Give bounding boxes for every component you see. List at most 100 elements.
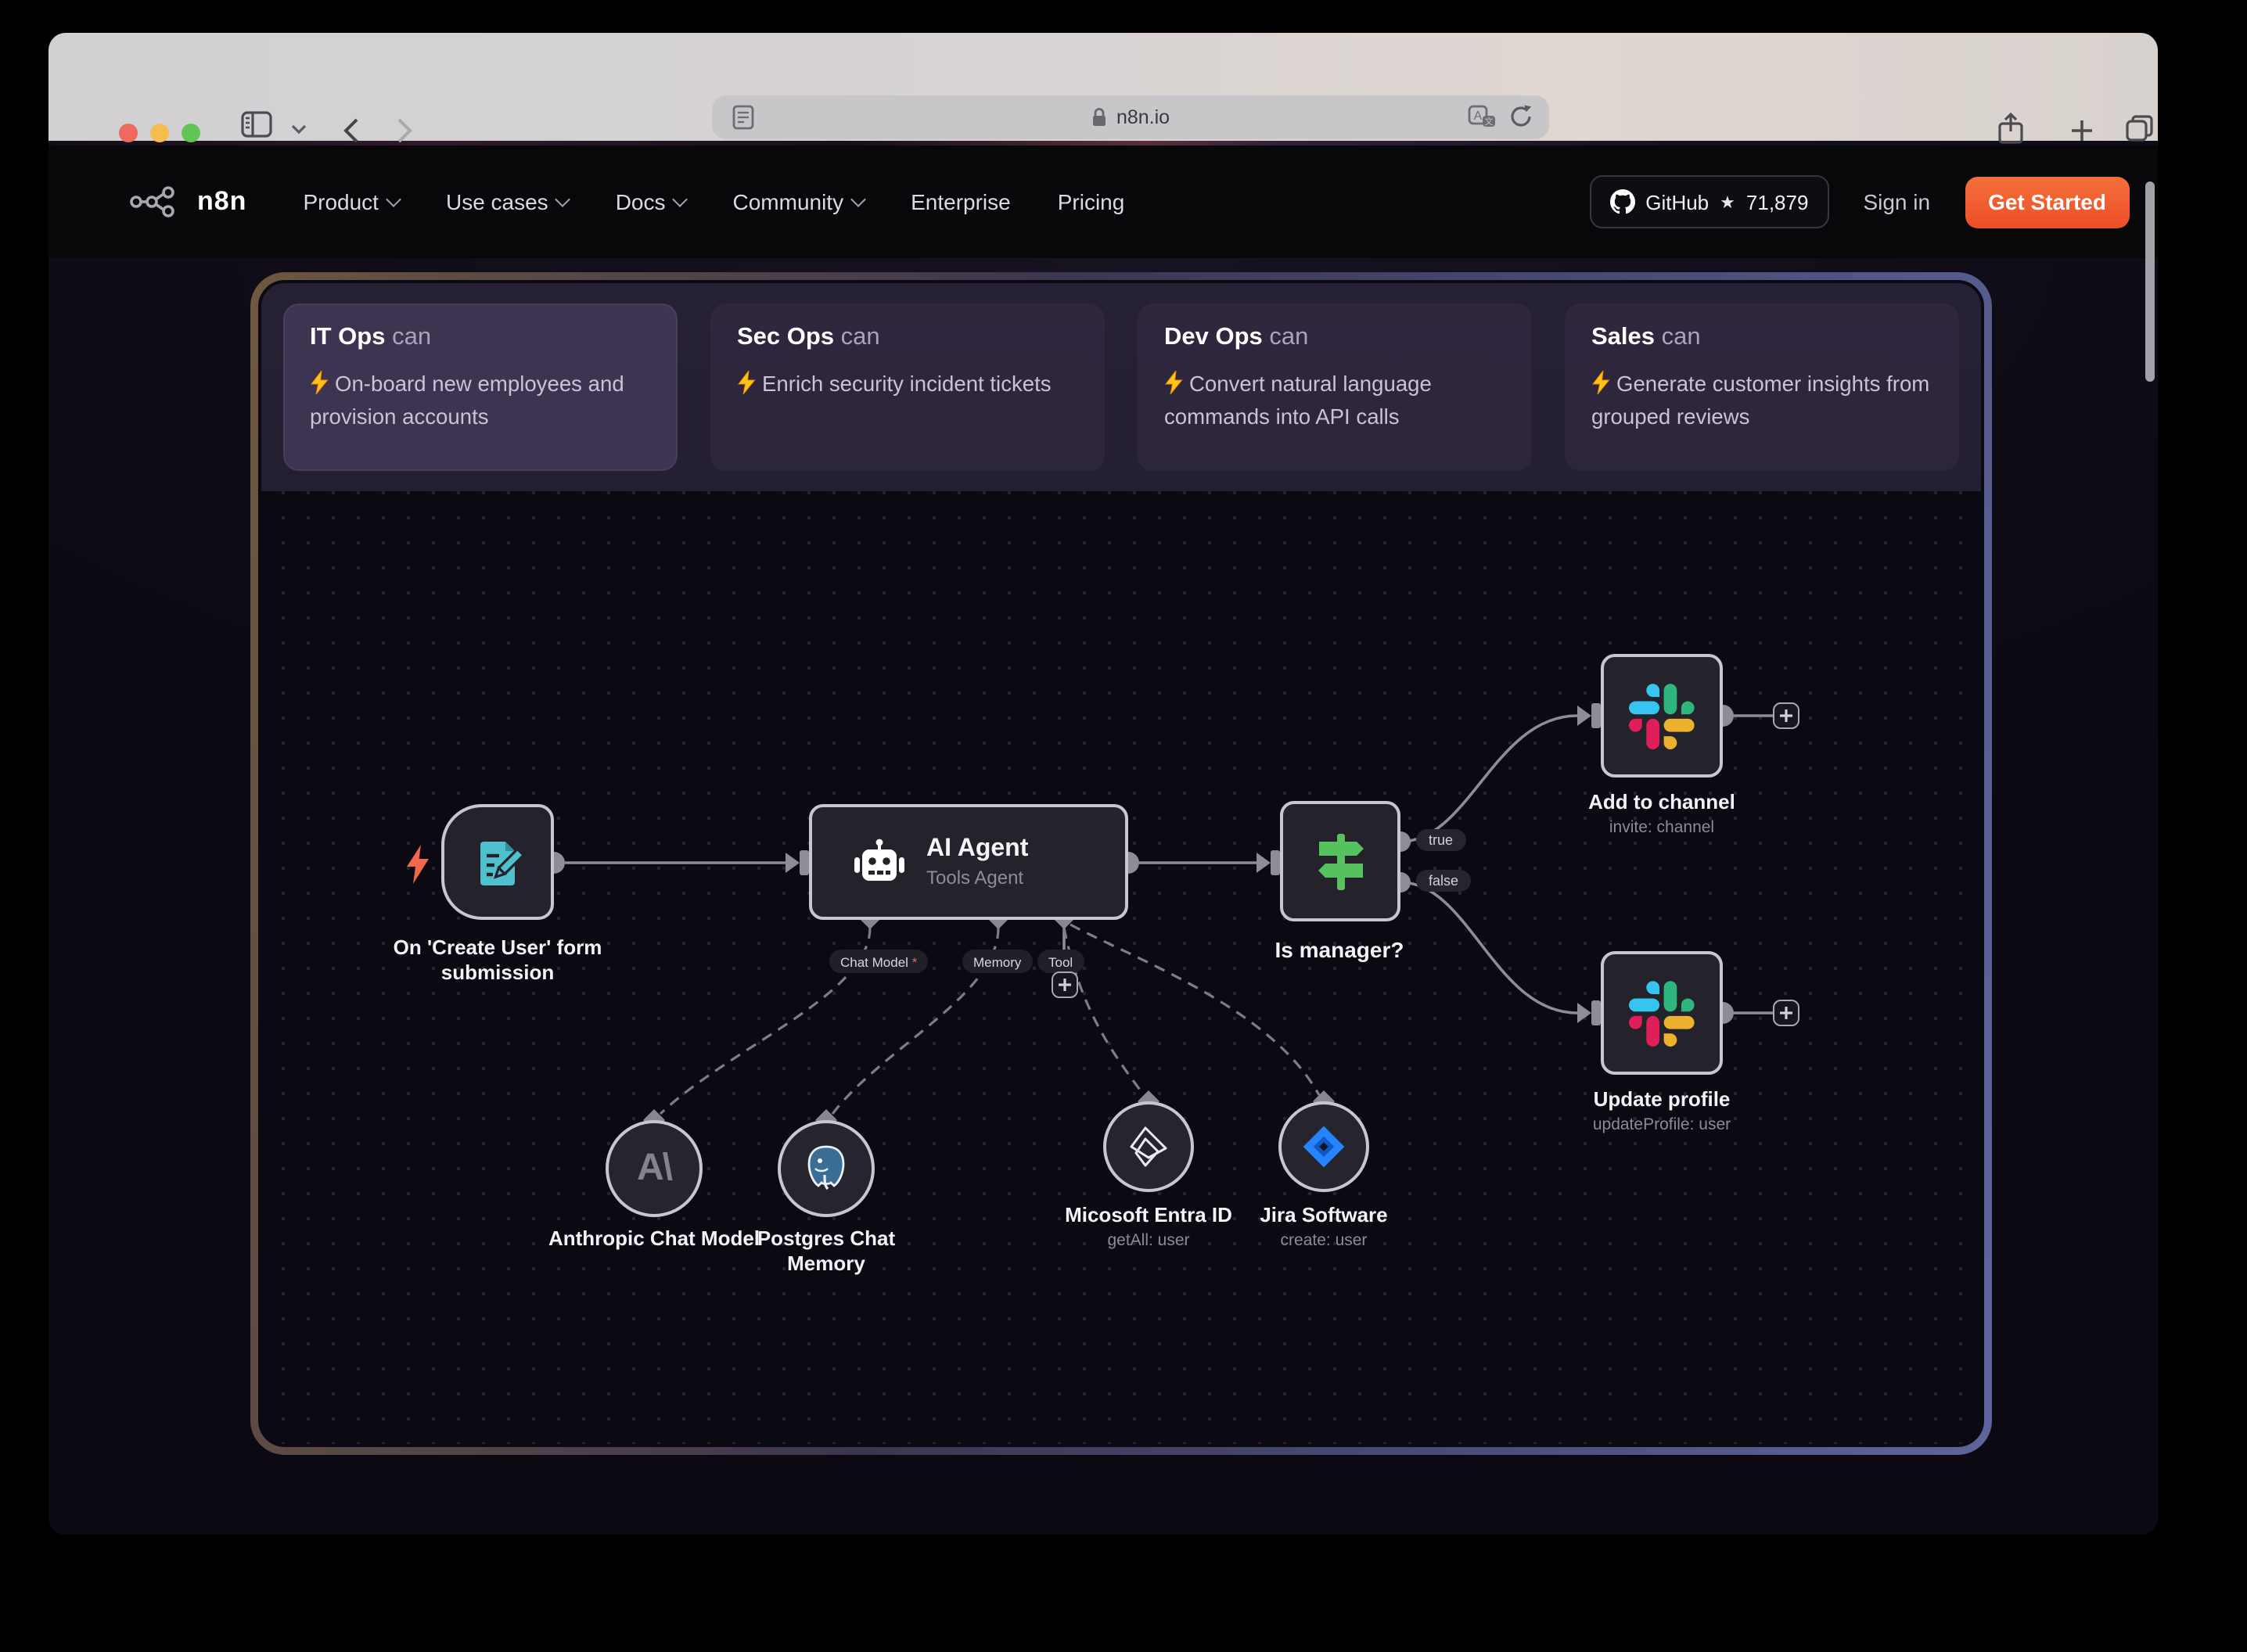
card-dev-ops[interactable]: Dev Ops can Convert natural language com… (1138, 303, 1532, 471)
nav-item-docs[interactable]: Docs (616, 189, 686, 214)
star-icon: ★ (1720, 192, 1735, 212)
github-label: GitHub (1645, 190, 1709, 214)
node-label: Update profile updateProfile: user (1544, 1087, 1779, 1137)
card-sec-ops[interactable]: Sec Ops can Enrich security incident tic… (710, 303, 1105, 471)
get-started-button[interactable]: Get Started (1965, 176, 2130, 228)
traffic-lights (119, 124, 200, 142)
browser-chrome: n8n.io A 文 (49, 33, 2158, 141)
svg-text:A: A (1474, 110, 1483, 123)
node-microsoft-entra-id[interactable] (1103, 1101, 1194, 1192)
reload-icon[interactable] (1508, 103, 1533, 130)
card-title: IT Ops can (310, 324, 651, 352)
github-star-count: 71,879 (1746, 190, 1809, 214)
node-label: Add to channel invite: channel (1544, 790, 1779, 839)
node-subtitle: invite: channel (1544, 819, 1779, 839)
trigger-bolt-icon (405, 845, 430, 884)
demo-panel-inner: IT Ops can On-board new employees and pr… (258, 280, 1984, 1447)
nav-item-pricing[interactable]: Pricing (1058, 189, 1125, 214)
lock-icon (1091, 106, 1109, 128)
card-text: Generate customer insights from grouped … (1591, 369, 1932, 434)
close-button[interactable] (119, 124, 138, 142)
nav-item-enterprise[interactable]: Enterprise (911, 189, 1011, 214)
connector-pill-memory: Memory (962, 950, 1032, 973)
lightning-icon (1591, 371, 1610, 394)
node-postgres-chat-memory[interactable] (778, 1120, 875, 1217)
forward-icon[interactable] (396, 117, 413, 144)
translate-icon[interactable]: A 文 (1468, 105, 1496, 130)
node-title: AI Agent (926, 835, 1028, 864)
node-ai-agent[interactable]: AI Agent Tools Agent (809, 804, 1128, 920)
add-node-button[interactable] (1773, 1000, 1799, 1026)
node-form-trigger[interactable] (441, 804, 554, 920)
postgres-icon (803, 1144, 850, 1194)
new-tab-icon[interactable] (2070, 119, 2094, 142)
demo-panel: IT Ops can On-board new employees and pr… (250, 272, 1992, 1455)
chevron-down-icon (555, 192, 571, 207)
node-slack-add-to-channel[interactable] (1601, 654, 1723, 778)
node-jira-software[interactable] (1278, 1101, 1369, 1192)
n8n-logo-icon (130, 185, 186, 219)
robot-icon (853, 839, 906, 885)
card-text: On-board new employees and provision acc… (310, 369, 651, 434)
node-is-manager[interactable] (1280, 801, 1400, 921)
workflow-canvas[interactable]: On 'Create User' form submission (261, 491, 1981, 1444)
minimize-button[interactable] (150, 124, 169, 142)
browser-window: n8n.io A 文 (49, 33, 2158, 1535)
slack-icon (1629, 683, 1695, 749)
tab-overview-icon[interactable] (2125, 114, 2155, 142)
add-node-button[interactable] (1773, 702, 1799, 729)
sidebar-icon[interactable] (241, 111, 272, 138)
card-title: Sec Ops can (737, 324, 1078, 352)
node-label: Is manager? (1230, 937, 1449, 964)
page-scrollbar[interactable] (2145, 181, 2155, 382)
plus-icon (1779, 709, 1793, 723)
zoom-button[interactable] (182, 124, 200, 142)
card-it-ops[interactable]: IT Ops can On-board new employees and pr… (283, 303, 678, 471)
plus-icon (1057, 978, 1071, 992)
nav-item-use-cases[interactable]: Use cases (446, 189, 569, 214)
add-tool-button[interactable] (1051, 971, 1077, 998)
card-sales[interactable]: Sales can Generate customer insights fro… (1565, 303, 1959, 471)
connector-pill-chat-model: Chat Model * (829, 950, 928, 973)
card-title: Sales can (1591, 324, 1932, 352)
node-label: Jira Software create: user (1206, 1203, 1441, 1252)
node-subtitle: updateProfile: user (1544, 1116, 1779, 1137)
n8n-logo[interactable]: n8n (130, 185, 246, 219)
form-icon (469, 834, 526, 890)
node-subtitle: Tools Agent (926, 867, 1028, 889)
nav-item-product[interactable]: Product (303, 189, 399, 214)
chevron-down-icon (673, 192, 688, 207)
required-asterisk: * (912, 953, 918, 969)
url-bar[interactable]: n8n.io A 文 (712, 95, 1549, 139)
share-icon[interactable] (1997, 113, 2025, 145)
chevron-down-icon (386, 192, 401, 207)
node-subtitle: create: user (1206, 1232, 1441, 1252)
card-text: Enrich security incident tickets (737, 369, 1078, 401)
output-label-true: true (1416, 829, 1465, 851)
card-title: Dev Ops can (1164, 324, 1505, 352)
reader-icon[interactable] (731, 103, 756, 131)
output-label-false: false (1416, 870, 1471, 892)
node-slack-update-profile[interactable] (1601, 951, 1723, 1075)
card-text: Convert natural language commands into A… (1164, 369, 1505, 434)
nav-item-community[interactable]: Community (733, 189, 865, 214)
nav-items: Product Use cases Docs Community Enterpr… (303, 189, 1124, 214)
node-label: Postgres Chat Memory (717, 1226, 936, 1277)
chevron-down-icon (850, 192, 866, 207)
anthropic-icon: A\ (637, 1147, 671, 1191)
node-anthropic-chat-model[interactable]: A\ (606, 1120, 703, 1217)
node-label: On 'Create User' form submission (365, 936, 631, 986)
sign-in-link[interactable]: Sign in (1863, 189, 1930, 214)
logo-text: n8n (197, 186, 246, 217)
back-icon[interactable] (343, 117, 360, 144)
lightning-icon (1164, 371, 1183, 394)
github-icon (1609, 189, 1634, 214)
chevron-down-icon[interactable] (291, 124, 307, 135)
jira-icon (1299, 1122, 1349, 1172)
svg-text:文: 文 (1485, 116, 1494, 127)
github-button[interactable]: GitHub ★ 71,879 (1589, 175, 1828, 228)
nav-right: GitHub ★ 71,879 Sign in Get Started (1589, 175, 2130, 228)
persona-cards: IT Ops can On-board new employees and pr… (261, 283, 1981, 491)
plus-icon (1779, 1006, 1793, 1020)
lightning-icon (310, 371, 329, 394)
